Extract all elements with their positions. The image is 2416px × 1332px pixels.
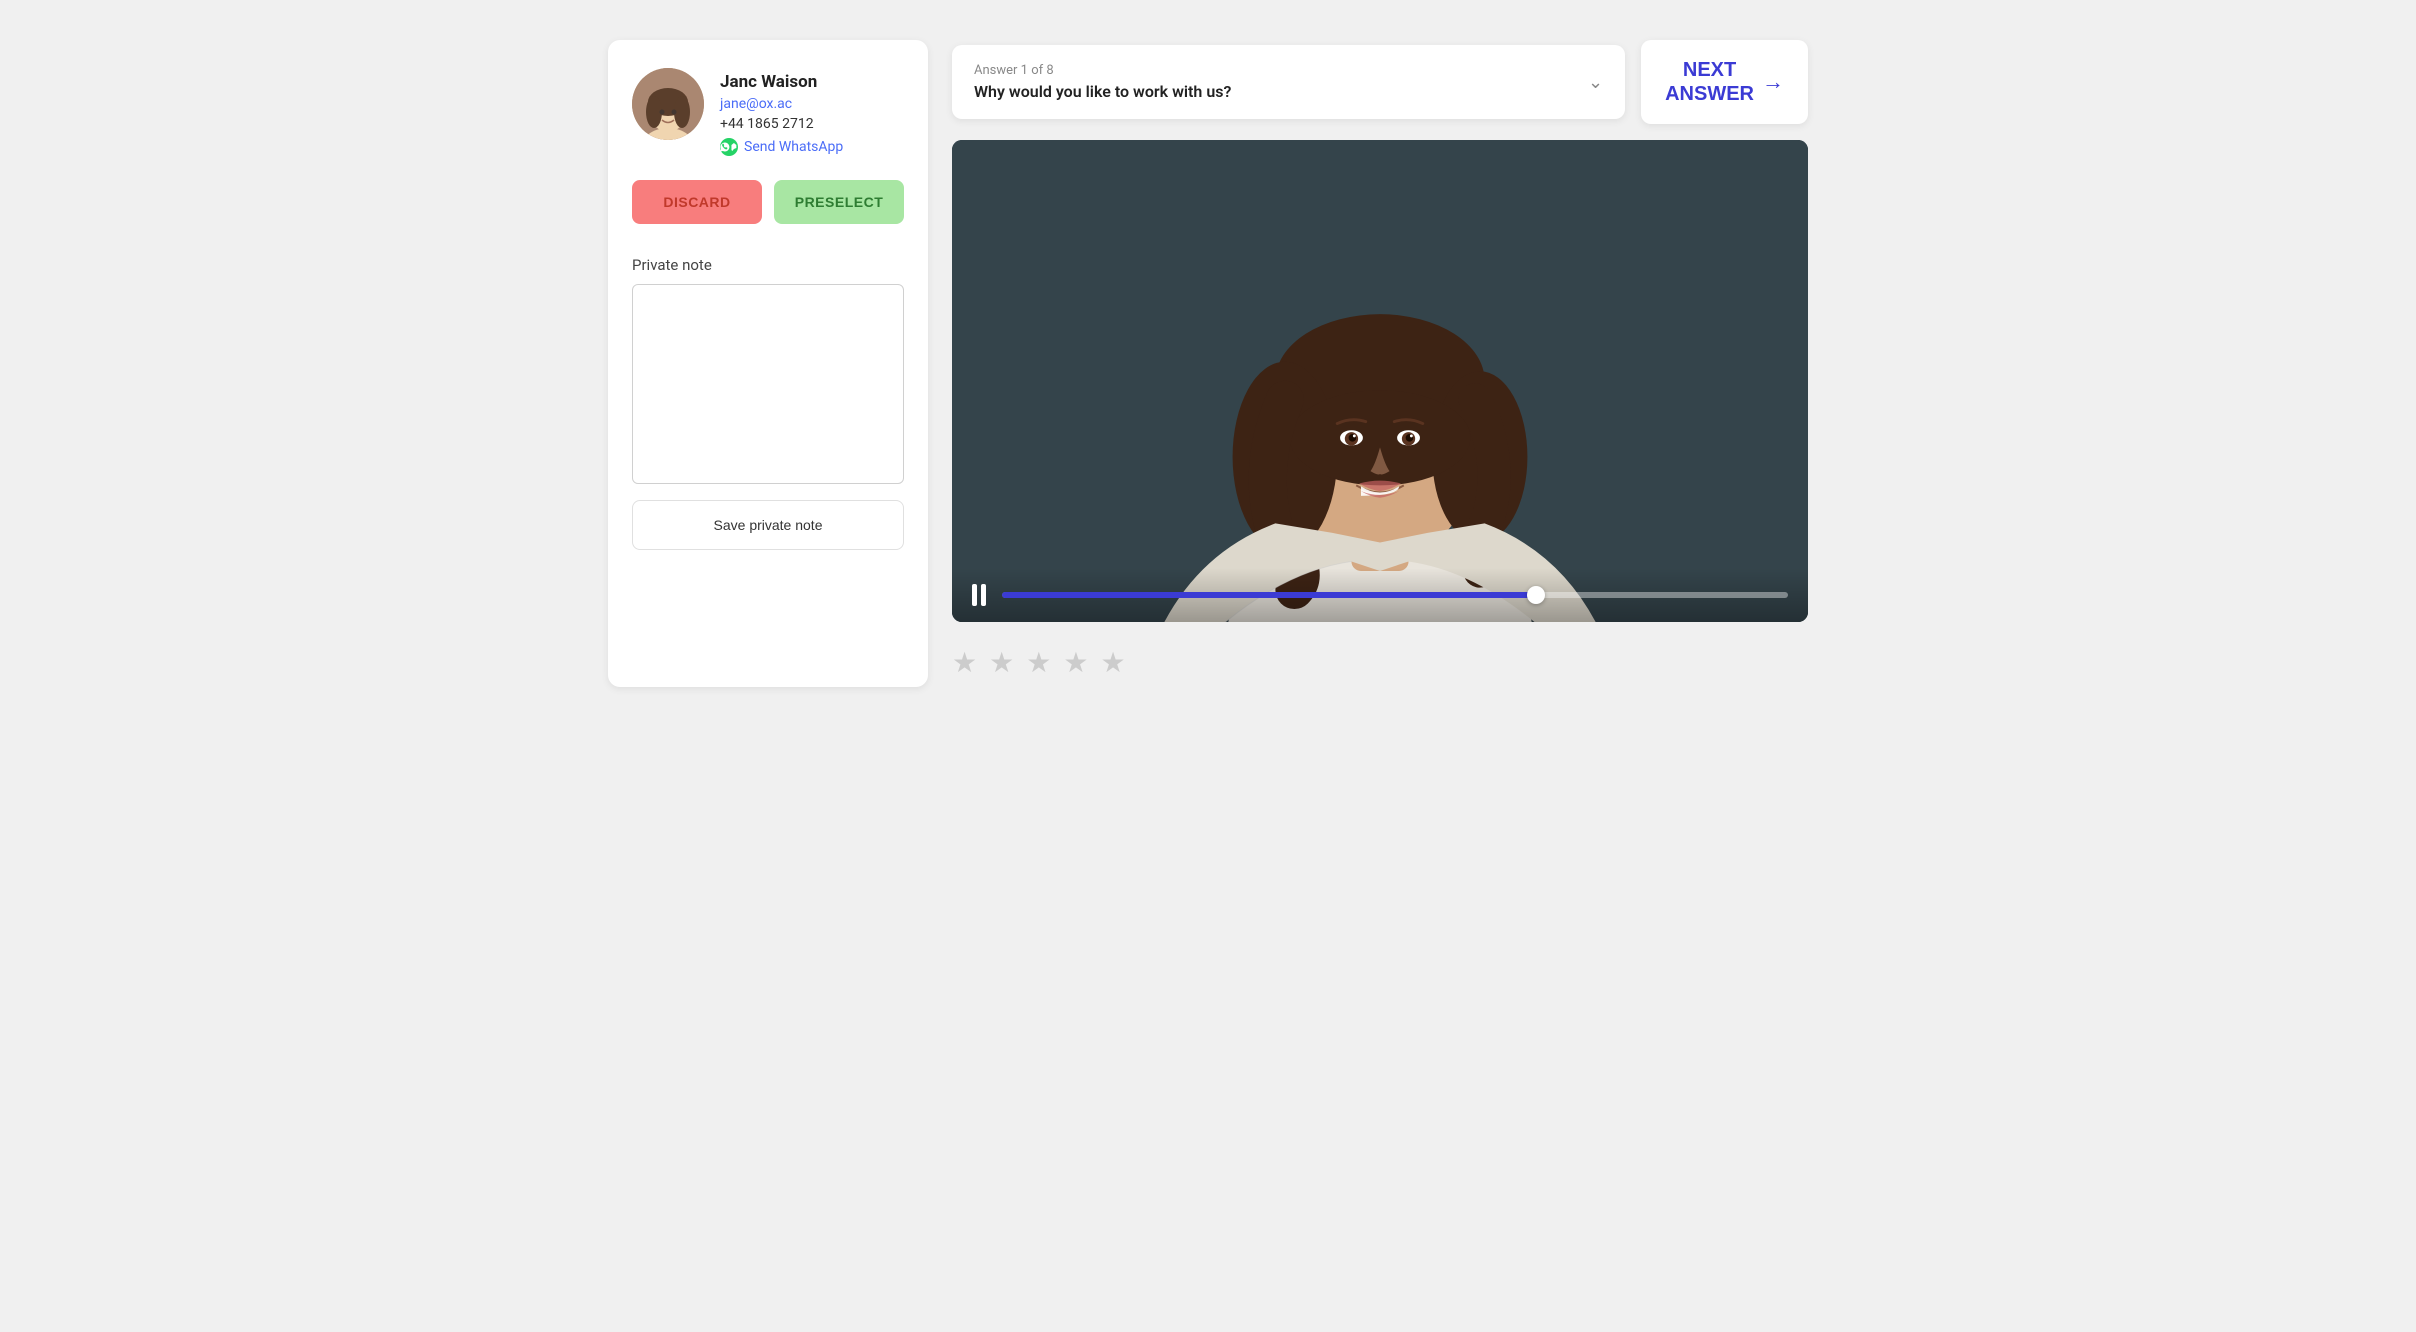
- profile-info: Janc Waison jane@ox.ac +44 1865 2712 Sen…: [720, 68, 843, 156]
- whatsapp-label: Send WhatsApp: [744, 139, 843, 155]
- progress-fill: [1002, 592, 1536, 598]
- star-4[interactable]: ★: [1063, 646, 1088, 679]
- next-answer-label: NEXTANSWER: [1665, 58, 1754, 106]
- discard-button[interactable]: DISCARD: [632, 180, 762, 224]
- left-panel: Janc Waison jane@ox.ac +44 1865 2712 Sen…: [608, 40, 928, 687]
- save-note-button[interactable]: Save private note: [632, 500, 904, 550]
- next-answer-top: NEXTANSWER →: [1665, 58, 1784, 106]
- profile-phone: +44 1865 2712: [720, 116, 843, 132]
- pause-icon: [972, 584, 986, 606]
- star-5[interactable]: ★: [1100, 646, 1125, 679]
- star-1[interactable]: ★: [952, 646, 977, 679]
- video-controls: [952, 568, 1808, 622]
- private-note-label: Private note: [632, 256, 904, 274]
- whatsapp-icon: [720, 138, 738, 156]
- preselect-button[interactable]: PRESELECT: [774, 180, 904, 224]
- chevron-down-icon[interactable]: ⌄: [1588, 72, 1603, 93]
- avatar: [632, 68, 704, 140]
- video-progress-bar[interactable]: [1002, 592, 1788, 598]
- answer-card: Answer 1 of 8 Why would you like to work…: [952, 45, 1625, 119]
- right-panel: Answer 1 of 8 Why would you like to work…: [952, 40, 1808, 687]
- private-note-section: Private note Save private note: [632, 256, 904, 550]
- answer-question: Why would you like to work with us?: [974, 82, 1231, 101]
- answer-counter: Answer 1 of 8: [974, 63, 1231, 78]
- star-3[interactable]: ★: [1026, 646, 1051, 679]
- star-2[interactable]: ★: [989, 646, 1014, 679]
- page-container: Janc Waison jane@ox.ac +44 1865 2712 Sen…: [608, 40, 1808, 687]
- pause-bar-right: [981, 584, 986, 606]
- stars-rating: ★ ★ ★ ★ ★: [952, 638, 1808, 687]
- next-answer-button[interactable]: NEXTANSWER →: [1641, 40, 1808, 124]
- action-buttons: DISCARD PRESELECT: [632, 180, 904, 224]
- video-container: [952, 140, 1808, 622]
- progress-handle[interactable]: [1527, 586, 1545, 604]
- video-background: [952, 140, 1808, 622]
- answer-info: Answer 1 of 8 Why would you like to work…: [974, 63, 1231, 101]
- arrow-right-icon: →: [1762, 69, 1784, 95]
- profile-name: Janc Waison: [720, 72, 843, 92]
- top-row: Answer 1 of 8 Why would you like to work…: [952, 40, 1808, 124]
- pause-button[interactable]: [972, 584, 986, 606]
- whatsapp-link[interactable]: Send WhatsApp: [720, 138, 843, 156]
- private-note-textarea[interactable]: [632, 284, 904, 484]
- pause-bar-left: [972, 584, 977, 606]
- profile-email[interactable]: jane@ox.ac: [720, 96, 843, 112]
- profile-section: Janc Waison jane@ox.ac +44 1865 2712 Sen…: [632, 68, 904, 156]
